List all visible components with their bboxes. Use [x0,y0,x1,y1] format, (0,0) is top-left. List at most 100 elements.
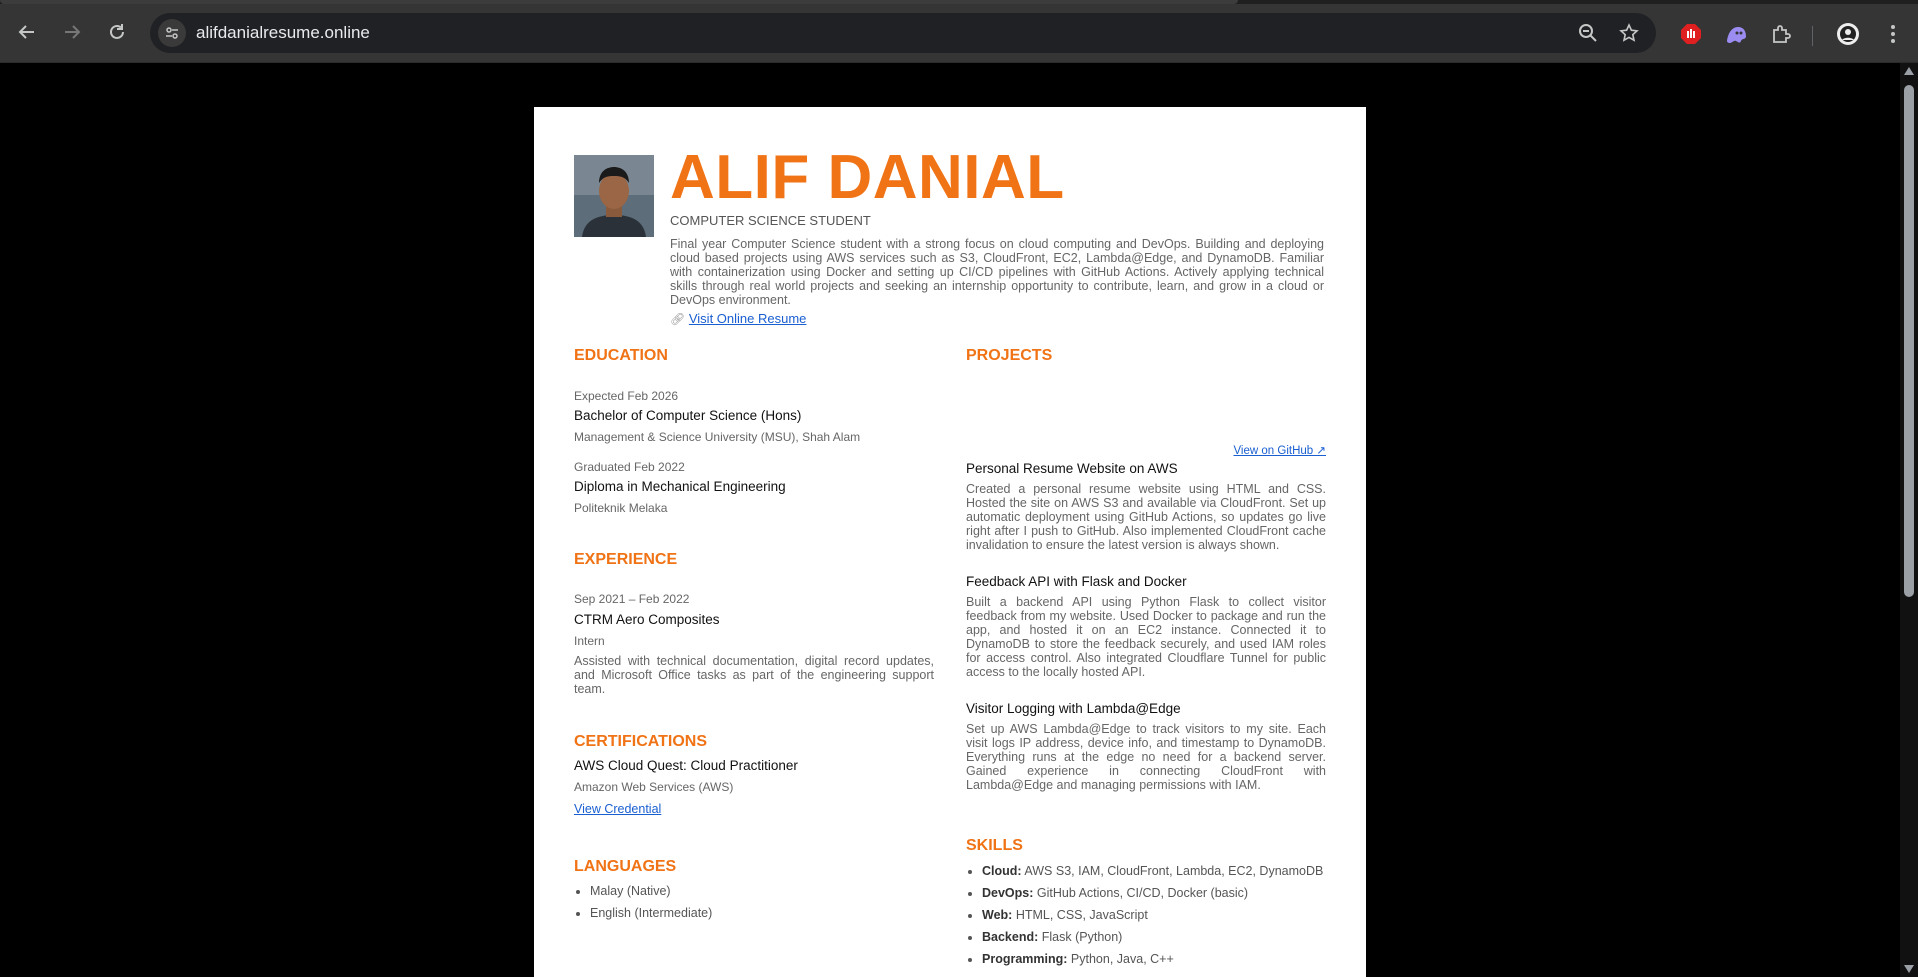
arrow-right-icon [65,25,81,39]
browser-toolbar: alifdanialresume.online [0,4,1918,63]
view-credential-link[interactable]: View Credential [574,802,661,816]
menu-button[interactable] [1880,21,1906,47]
education-school: Politeknik Melaka [574,501,668,515]
education-date: Expected Feb 2026 [574,389,679,403]
languages-heading: LANGUAGES [574,858,677,875]
skill-value: Flask (Python) [1041,930,1123,944]
back-button[interactable] [13,18,41,46]
education-school-wrap-2: Politeknik Melaka [574,501,934,515]
experience-date: Sep 2021 – Feb 2022 [574,592,690,606]
cert-issuer-wrap: Amazon Web Services (AWS) [574,780,934,794]
url-text[interactable]: alifdanialresume.online [196,13,370,53]
experience-role-wrap: Intern [574,634,934,648]
skills-section: SKILLS [966,837,1326,855]
kebab-menu-icon [1891,25,1895,43]
education-date-wrap-2: Graduated Feb 2022 [574,460,934,474]
resume-name: ALIF DANIAL [670,143,1065,212]
hand-stop-icon [1681,24,1701,44]
resume-page: ALIF DANIAL COMPUTER SCIENCE STUDENT Fin… [534,107,1366,977]
skills-heading: SKILLS [966,837,1023,854]
projects-heading: PROJECTS [966,347,1053,364]
extensions-button[interactable] [1768,21,1794,47]
skill-value: Python, Java, C++ [1070,952,1174,966]
skill-value: HTML, CSS, JavaScript [1015,908,1148,922]
link-icon: 🔗︎ [670,312,686,326]
scrollbar-thumb[interactable] [1904,85,1914,597]
star-icon [1619,23,1639,42]
visit-online-resume-link[interactable]: Visit Online Resume [689,311,807,326]
certifications-section: CERTIFICATIONS [574,733,934,751]
project-1-desc-wrap: Created a personal resume website using … [966,482,1326,552]
skill-label: DevOps: [982,886,1034,900]
education-section: EDUCATION [574,347,934,365]
address-bar[interactable]: alifdanialresume.online [150,13,1656,53]
toolbar-separator [1812,26,1813,46]
puzzle-icon [1773,25,1791,43]
languages-section: LANGUAGES [574,858,934,876]
experience-role: Intern [574,634,605,648]
education-date: Graduated Feb 2022 [574,460,685,474]
page-viewport: ALIF DANIAL COMPUTER SCIENCE STUDENT Fin… [0,63,1900,977]
language-item: English (Intermediate) [590,906,934,920]
skill-item: DevOps: GitHub Actions, CI/CD, Docker (b… [982,886,1326,900]
zoom-out-icon [1579,24,1597,42]
skills-list: Cloud: AWS S3, IAM, CloudFront, Lambda, … [966,864,1326,974]
skill-item: Web: HTML, CSS, JavaScript [982,908,1326,922]
project-description: Set up AWS Lambda@Edge to track visitors… [966,722,1326,792]
project-3-desc-wrap: Set up AWS Lambda@Edge to track visitors… [966,722,1326,792]
certifications-heading: CERTIFICATIONS [574,733,708,750]
projects-section: PROJECTS [966,347,1326,365]
project-3: Visitor Logging with Lambda@Edge [966,701,1326,716]
experience-company-wrap: CTRM Aero Composites [574,612,934,627]
project-description: Built a backend API using Python Flask t… [966,595,1326,679]
extension-adblock[interactable] [1678,21,1704,47]
education-degree-wrap-2: Diploma in Mechanical Engineering [574,479,934,494]
reload-button[interactable] [103,18,131,46]
scroll-up-arrow[interactable] [1904,67,1914,75]
cert-link-wrap: View Credential [574,800,934,818]
project-1: Personal Resume Website on AWS [966,461,1326,476]
resume-summary: Final year Computer Science student with… [670,237,1324,307]
avatar-icon [1837,23,1859,45]
skill-item: Cloud: AWS S3, IAM, CloudFront, Lambda, … [982,864,1326,878]
certification-issuer: Amazon Web Services (AWS) [574,780,734,794]
experience-desc-wrap: Assisted with technical documentation, d… [574,654,934,696]
project-title: Feedback API with Flask and Docker [966,574,1187,589]
skill-value: GitHub Actions, CI/CD, Docker (basic) [1036,886,1249,900]
skill-label: Web: [982,908,1013,922]
reload-icon [110,24,124,39]
experience-section: EXPERIENCE [574,551,934,569]
vertical-scrollbar[interactable] [1900,63,1918,977]
skill-value: AWS S3, IAM, CloudFront, Lambda, EC2, Dy… [1024,864,1324,878]
person-photo-icon [574,155,654,237]
bookmark-button[interactable] [1616,20,1642,46]
extension-ghost[interactable] [1723,21,1749,47]
skill-item: Backend: Flask (Python) [982,930,1326,944]
project-2: Feedback API with Flask and Docker [966,574,1326,589]
site-info-button[interactable] [158,19,186,47]
scroll-down-arrow[interactable] [1904,965,1914,973]
resume-subtitle: COMPUTER SCIENCE STUDENT [670,213,871,228]
education-degree-wrap: Bachelor of Computer Science (Hons) [574,408,934,423]
skill-label: Backend: [982,930,1039,944]
tune-icon [166,27,178,39]
ghost-icon [1727,27,1746,43]
cert-name-wrap: AWS Cloud Quest: Cloud Practitioner [574,758,934,773]
view-on-github-link[interactable]: View on GitHub ↗ [1233,445,1326,457]
certification-name: AWS Cloud Quest: Cloud Practitioner [574,758,798,773]
arrow-left-icon [18,25,34,39]
project-title: Personal Resume Website on AWS [966,461,1178,476]
education-item: Expected Feb 2026 [574,389,934,403]
experience-description: Assisted with technical documentation, d… [574,654,934,696]
online-resume-row: 🔗︎ Visit Online Resume [670,311,806,326]
project-description: Created a personal resume website using … [966,482,1326,552]
forward-button[interactable] [58,18,86,46]
experience-date-wrap: Sep 2021 – Feb 2022 [574,592,934,606]
profile-button[interactable] [1835,21,1861,47]
education-heading: EDUCATION [574,347,668,364]
project-2-desc-wrap: Built a backend API using Python Flask t… [966,595,1326,679]
education-school-wrap: Management & Science University (MSU), S… [574,430,934,444]
zoom-button[interactable] [1575,20,1601,46]
skill-label: Programming: [982,952,1068,966]
skill-item: Programming: Python, Java, C++ [982,952,1326,966]
